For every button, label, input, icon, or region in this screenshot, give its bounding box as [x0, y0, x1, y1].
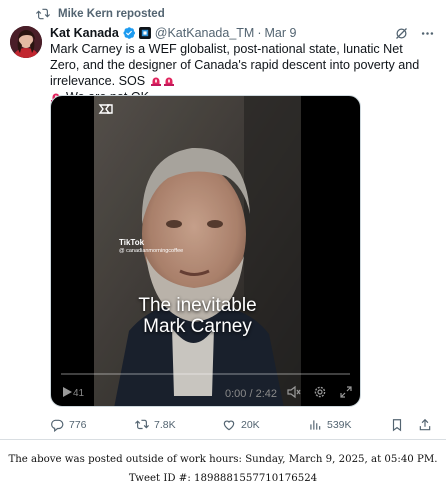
mute-icon[interactable]: [287, 385, 301, 399]
bookmark-icon: [392, 419, 402, 432]
repost-label: Mike Kern reposted: [58, 8, 165, 20]
tweet-card[interactable]: Mike Kern reposted Kat Kanada @KatKanada…: [0, 0, 446, 440]
display-name[interactable]: Kat Kanada: [50, 26, 119, 40]
action-bar: 776 7.8K 20K 539K: [50, 416, 440, 434]
time-separator: /: [246, 388, 256, 400]
tweet-header: Kat Kanada @KatKanada_TM · Mar 9: [50, 24, 436, 42]
views-count: 539K: [327, 419, 352, 431]
share-button[interactable]: [418, 416, 437, 434]
reply-count: 776: [69, 419, 87, 431]
replay-time: 41: [73, 388, 85, 399]
like-count: 20K: [241, 419, 260, 431]
video-progress-bar[interactable]: [61, 373, 350, 375]
footer-tweet-id: Tweet ID #: 1898881557710176524: [128, 473, 318, 484]
user-handle[interactable]: @KatKanada_TM: [155, 26, 255, 40]
verified-badge-icon: [122, 26, 136, 40]
separator-dot: ·: [257, 26, 262, 40]
avatar[interactable]: [10, 26, 42, 58]
affiliate-badge-icon: [138, 27, 151, 39]
tiktok-watermark: TikTok @ canadianmorningcoffee: [119, 238, 183, 254]
video-frame[interactable]: TikTok @ canadianmorningcoffee The inevi…: [94, 96, 301, 406]
settings-icon[interactable]: [313, 385, 327, 399]
views-button[interactable]: 539K: [308, 416, 352, 434]
repost-context[interactable]: Mike Kern reposted: [36, 6, 165, 22]
tiktok-username: @ canadianmorningcoffee: [119, 248, 184, 254]
capcut-icon: [98, 102, 114, 116]
video-player[interactable]: TikTok @ canadianmorningcoffee The inevi…: [50, 95, 361, 407]
grok-icon[interactable]: [392, 24, 410, 42]
footer-note: The above was posted outside of work hou…: [0, 450, 446, 488]
like-icon: [223, 420, 235, 431]
fullscreen-icon[interactable]: [339, 385, 353, 399]
views-icon: [310, 420, 321, 430]
play-icon[interactable]: [60, 385, 74, 399]
reply-icon: [51, 419, 64, 432]
tiktok-label: TikTok: [119, 238, 145, 247]
retweet-count: 7.8K: [154, 419, 176, 431]
tweet-date[interactable]: Mar 9: [265, 26, 297, 40]
more-icon[interactable]: [418, 24, 436, 42]
repost-icon: [36, 7, 52, 21]
retweet-button[interactable]: 7.8K: [135, 416, 176, 434]
footer-line1: The above was posted outside of work hou…: [8, 454, 438, 465]
video-caption-line2: Mark Carney: [143, 316, 252, 337]
reply-button[interactable]: 776: [50, 416, 87, 434]
tweet-text-main: Mark Carney is a WEF globalist, post-nat…: [50, 42, 420, 88]
like-button[interactable]: 20K: [222, 416, 260, 434]
share-icon: [419, 418, 431, 431]
video-caption-line1: The inevitable: [138, 295, 257, 316]
bookmark-button[interactable]: [390, 416, 409, 434]
siren-icon: [150, 75, 162, 87]
video-controls: 41 0:00 / 2:42: [51, 372, 360, 406]
current-time: 0:00: [225, 388, 247, 400]
duration: 2:42: [255, 388, 278, 400]
retweet-icon: [135, 419, 149, 430]
video-time: 0:00 / 2:42: [225, 388, 277, 400]
siren-icon: [163, 75, 175, 87]
